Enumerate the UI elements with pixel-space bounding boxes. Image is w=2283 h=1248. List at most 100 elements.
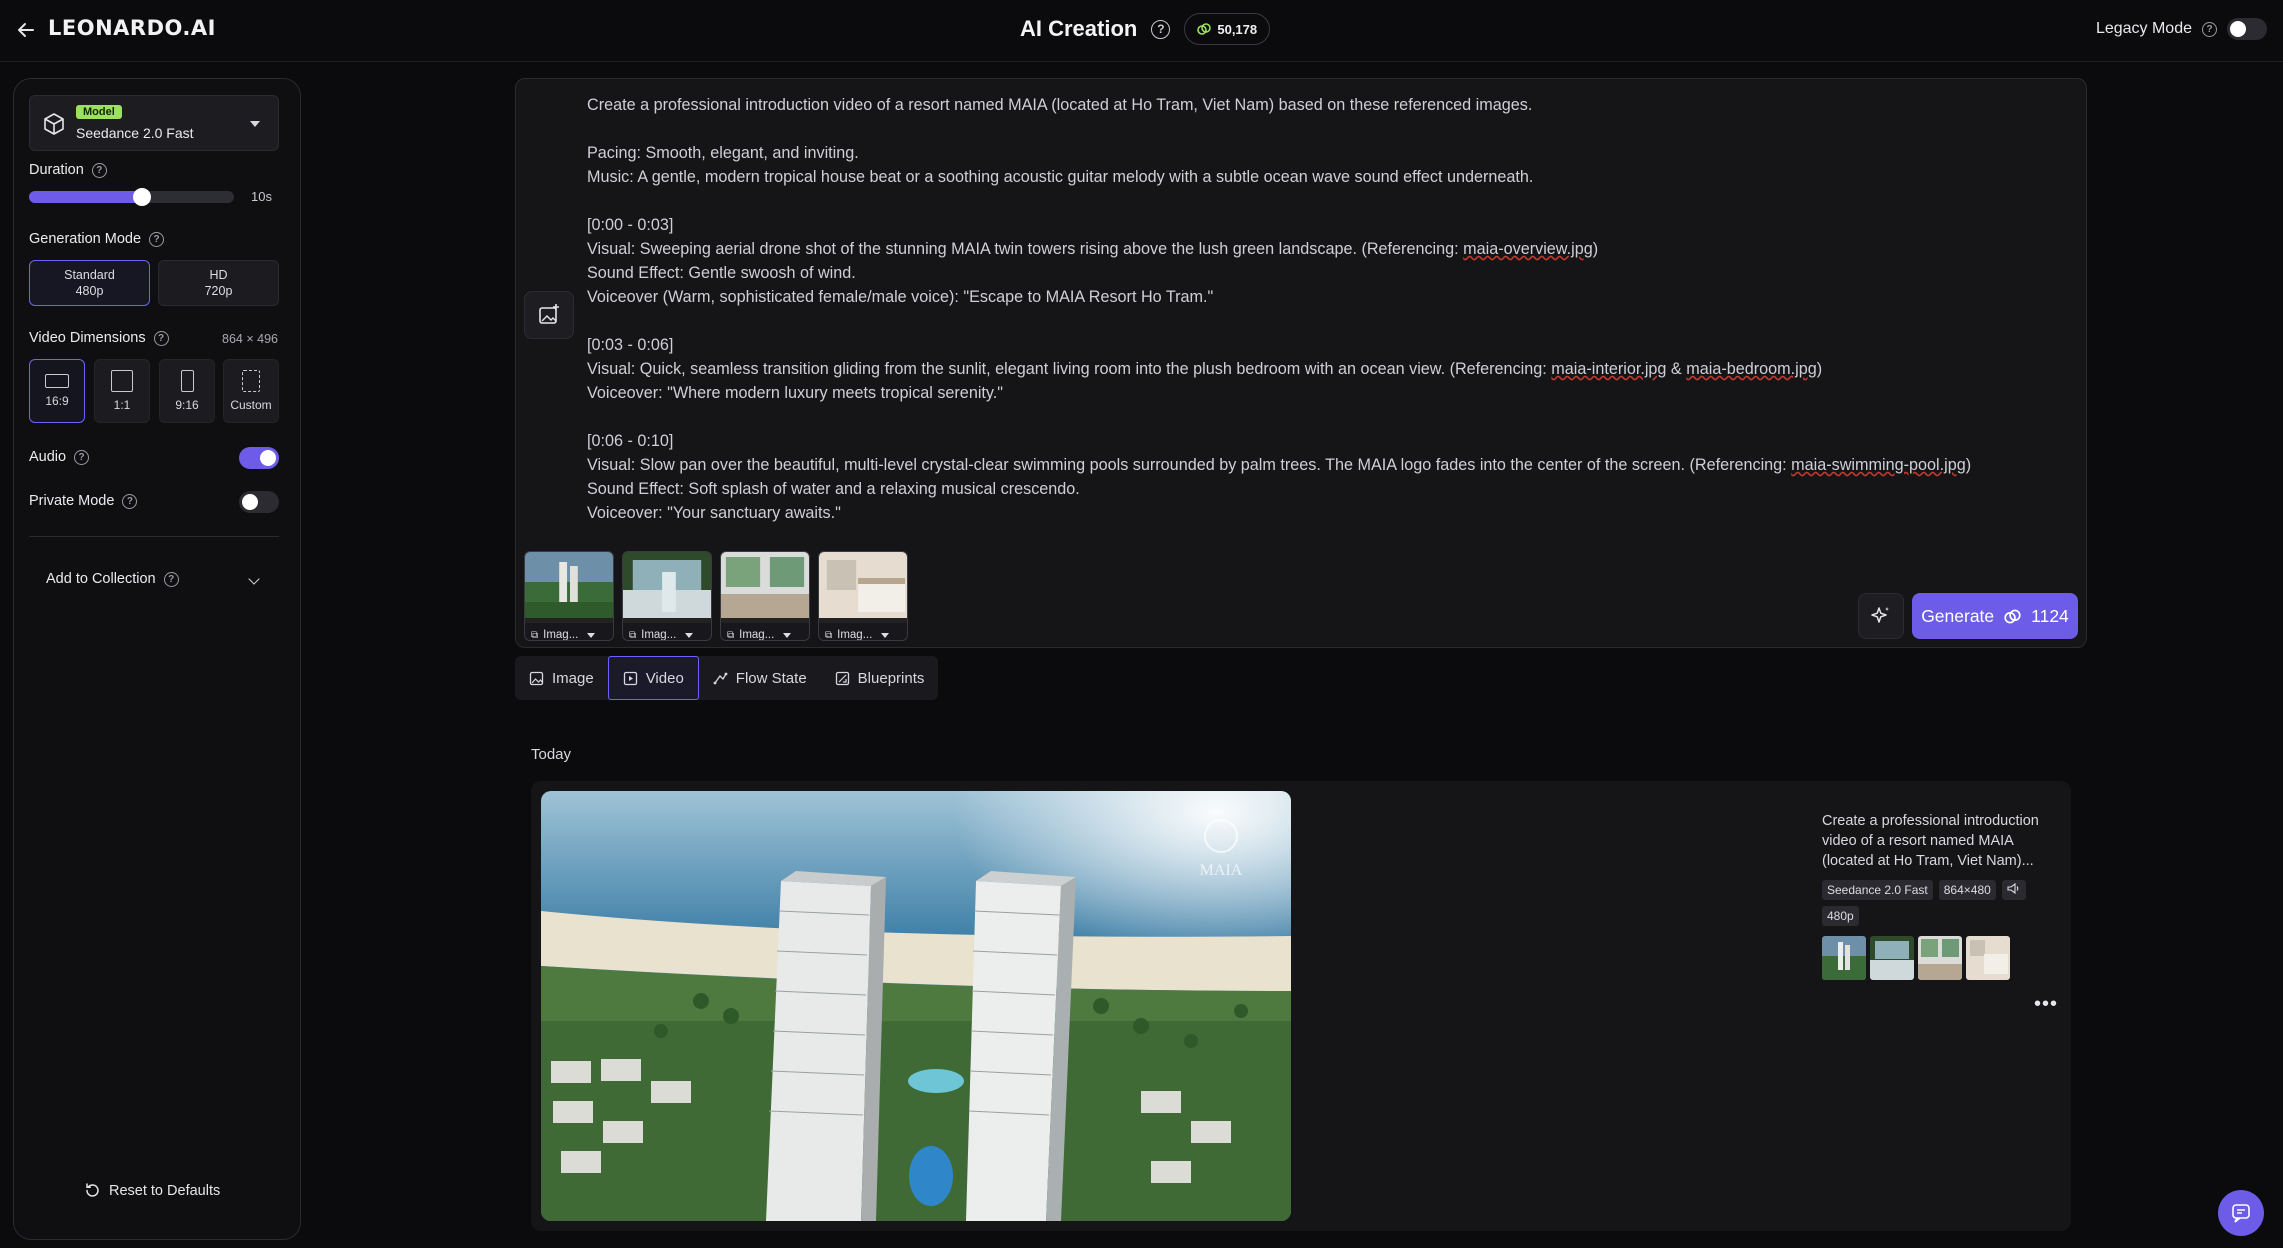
model-name: Seedance 2.0 Fast xyxy=(76,125,194,141)
logo[interactable]: LEONARDO.AI xyxy=(48,16,216,40)
dim-9-16-label: 9:16 xyxy=(175,398,199,412)
image-reference: maia-interior.jpg xyxy=(1551,360,1667,378)
prompt-line: Voiceover: "Your sanctuary awaits." xyxy=(587,504,841,522)
generate-button[interactable]: Generate 1124 xyxy=(1912,593,2078,639)
landscape-icon xyxy=(45,374,69,388)
audio-label: Audio ? xyxy=(29,449,90,465)
custom-size-icon xyxy=(242,370,260,392)
model-badge: Model xyxy=(76,105,122,119)
mode-tabs: Image Video Flow State Blueprints xyxy=(515,656,939,700)
reference-thumb-pool[interactable]: ⧉ Imag... xyxy=(720,551,810,641)
card-prompt-preview: Create a professional introduction video… xyxy=(1822,813,2039,869)
enhance-prompt-button[interactable] xyxy=(1858,593,1904,639)
prompt-segment: ) xyxy=(1592,240,1599,258)
quality-chip: 480p xyxy=(1822,906,1859,926)
private-mode-help-icon[interactable]: ? xyxy=(122,493,138,509)
help-icon[interactable]: ? xyxy=(1151,19,1171,39)
generate-label: Generate xyxy=(1921,605,1995,626)
tab-flow-state[interactable]: Flow State xyxy=(699,656,821,700)
prompt-line: Sound Effect: Gentle swoosh of wind. xyxy=(587,264,856,282)
mode-standard-button[interactable]: Standard 480p xyxy=(29,260,150,306)
prompt-line: Visual: Sweeping aerial drone shot of th… xyxy=(587,237,2077,261)
token-balance[interactable]: 50,178 xyxy=(1184,13,1271,45)
prompt-textarea[interactable]: Create a professional introduction video… xyxy=(587,93,2077,525)
dimensions-help-icon[interactable]: ? xyxy=(153,330,169,346)
duration-slider[interactable] xyxy=(29,188,234,206)
dim-16-9-button[interactable]: 16:9 xyxy=(29,359,85,423)
add-image-icon xyxy=(539,304,559,324)
dimensions-value: 864 × 496 xyxy=(222,332,278,346)
tab-blueprints-label: Blueprints xyxy=(857,669,925,687)
top-bar: LEONARDO.AI AI Creation ? 50,178 Legacy … xyxy=(0,0,2283,62)
card-reference-thumbs xyxy=(1822,936,2010,980)
prompt-line: Voiceover: "Where modern luxury meets tr… xyxy=(587,384,1004,402)
mini-thumb[interactable] xyxy=(1918,936,1962,980)
mini-thumb[interactable] xyxy=(1822,936,1866,980)
duration-help-icon[interactable]: ? xyxy=(91,162,107,178)
speaker-icon xyxy=(2007,882,2019,895)
generation-mode-label-text: Generation Mode xyxy=(29,231,142,247)
tab-blueprints[interactable]: Blueprints xyxy=(821,656,939,700)
duration-slider-thumb[interactable] xyxy=(132,188,151,206)
caret-down-icon[interactable] xyxy=(685,632,694,638)
collection-chevron-down-icon[interactable] xyxy=(248,573,260,585)
prompt-panel[interactable]: Create a professional introduction video… xyxy=(515,78,2087,648)
legacy-mode-toggle[interactable] xyxy=(2227,18,2267,40)
add-to-collection-label: Add to Collection xyxy=(46,571,156,587)
reference-thumb-bedroom[interactable]: ⧉ Imag... xyxy=(818,551,908,641)
dim-custom-label: Custom xyxy=(230,398,272,412)
add-to-collection[interactable]: Add to Collection ? xyxy=(46,571,179,587)
audio-help-icon[interactable]: ? xyxy=(74,449,90,465)
caret-down-icon[interactable] xyxy=(587,632,596,638)
thumb-image xyxy=(721,552,809,618)
private-mode-toggle[interactable] xyxy=(239,491,279,513)
tab-image-label: Image xyxy=(552,669,594,687)
reset-to-defaults-button[interactable]: Reset to Defaults xyxy=(84,1182,220,1199)
model-selector[interactable]: Model Seedance 2.0 Fast xyxy=(29,95,279,151)
mode-standard-title: Standard xyxy=(64,268,115,282)
token-count: 50,178 xyxy=(1217,21,1258,37)
prompt-line: Music: A gentle, modern tropical house b… xyxy=(587,168,1534,186)
legacy-mode-label: Legacy Mode xyxy=(2095,20,2192,37)
tab-flow-state-label: Flow State xyxy=(735,669,807,687)
chat-support-button[interactable] xyxy=(2218,1190,2264,1236)
tab-image[interactable]: Image xyxy=(515,656,608,700)
more-options-icon[interactable]: ••• xyxy=(2034,993,2058,1016)
caret-down-icon[interactable] xyxy=(783,632,792,638)
legacy-help-icon[interactable]: ? xyxy=(2202,21,2217,37)
image-reference: maia-overview.jpg xyxy=(1463,240,1593,258)
video-dimensions-label-text: Video Dimensions xyxy=(29,330,146,346)
page-title: AI Creation xyxy=(1020,16,1138,41)
generation-mode-help-icon[interactable]: ? xyxy=(149,231,165,247)
duration-label-text: Duration xyxy=(29,162,84,178)
generation-card: MAIA Create a professional introduction … xyxy=(531,781,2071,1231)
dim-9-16-button[interactable]: 9:16 xyxy=(159,359,215,423)
prompt-line: Visual: Slow pan over the beautiful, mul… xyxy=(587,453,2077,477)
add-image-button[interactable] xyxy=(524,291,574,339)
flow-icon xyxy=(713,672,728,684)
audio-toggle[interactable] xyxy=(239,447,279,469)
video-dimensions-label: Video Dimensions ? xyxy=(29,330,169,346)
video-logo-text: MAIA xyxy=(1200,862,1243,879)
generated-video[interactable]: MAIA xyxy=(541,791,1291,1221)
prompt-segment: ) xyxy=(1965,456,1972,474)
mini-thumb[interactable] xyxy=(1870,936,1914,980)
dim-16-9-label: 16:9 xyxy=(45,394,69,408)
reference-thumb-overview[interactable]: ⧉ Imag... xyxy=(524,551,614,641)
token-icon xyxy=(1197,23,1212,35)
mode-hd-button[interactable]: HD 720p xyxy=(158,260,279,306)
collection-help-icon[interactable]: ? xyxy=(163,571,179,587)
tab-video[interactable]: Video xyxy=(607,656,699,700)
reference-thumb-interior[interactable]: ⧉ Imag... xyxy=(622,551,712,641)
prompt-segment: Visual: Sweeping aerial drone shot of th… xyxy=(587,240,1464,258)
back-arrow-icon[interactable] xyxy=(12,16,40,44)
thumb-label: Imag... xyxy=(739,629,775,641)
dim-1-1-button[interactable]: 1:1 xyxy=(94,359,150,423)
mode-hd-sub: 720p xyxy=(204,284,233,298)
dim-custom-button[interactable]: Custom xyxy=(223,359,279,423)
mini-thumb[interactable] xyxy=(1966,936,2010,980)
sidebar-divider xyxy=(29,536,279,537)
caret-down-icon[interactable] xyxy=(881,632,890,638)
mode-hd-title: HD xyxy=(209,268,228,282)
private-mode-label-text: Private Mode xyxy=(29,493,115,509)
